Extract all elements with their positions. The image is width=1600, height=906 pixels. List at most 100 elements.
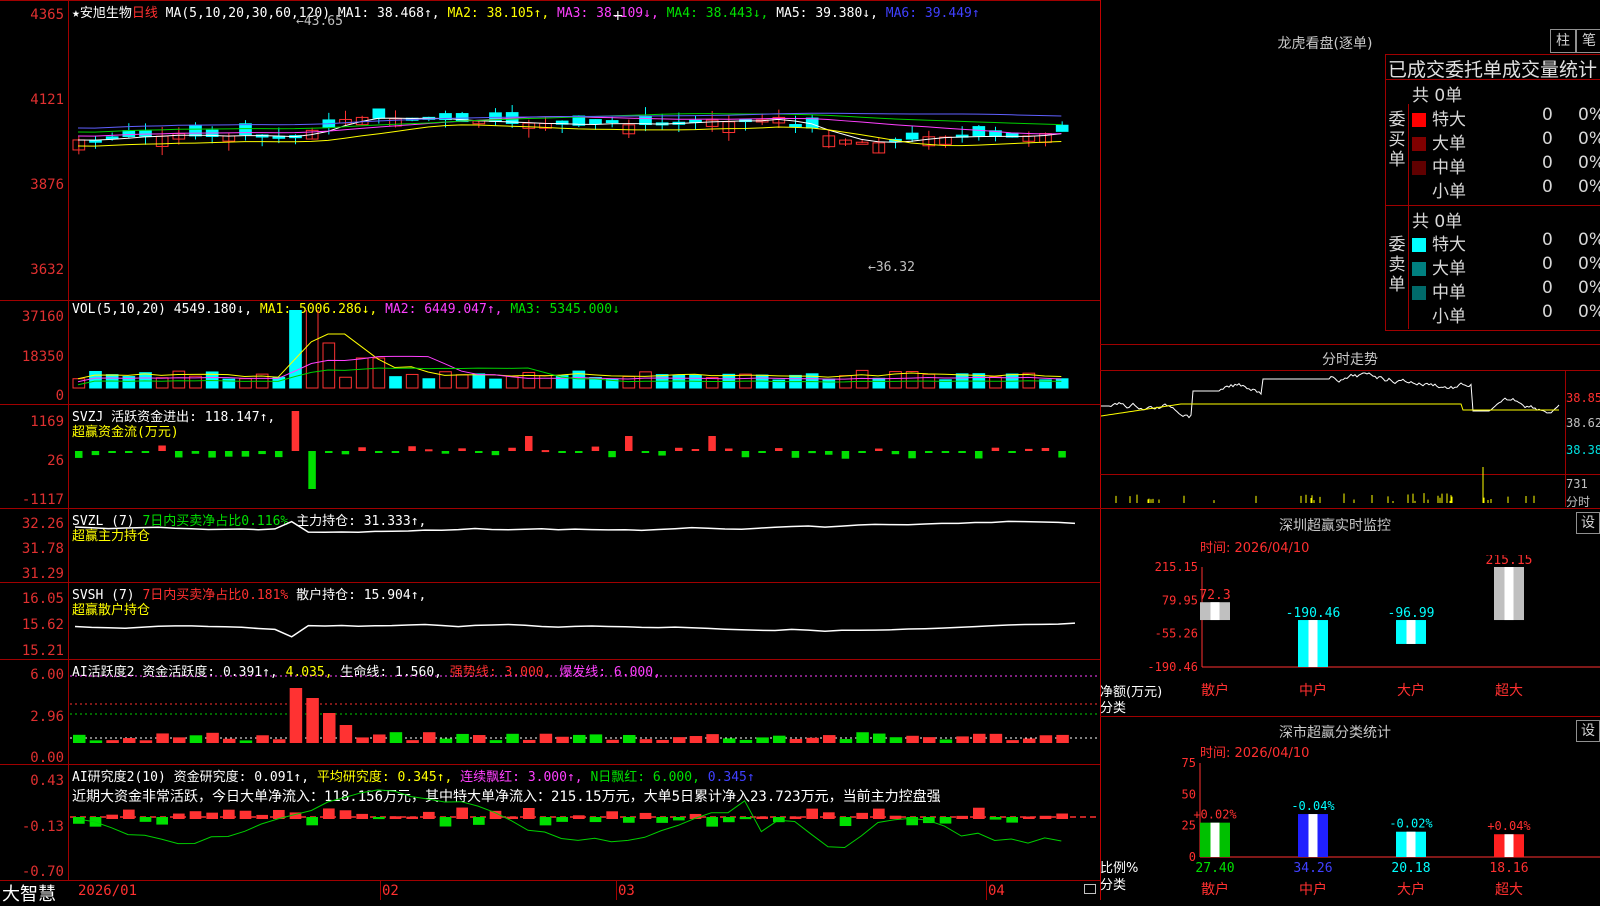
flow-bar (208, 451, 216, 458)
research-bar (573, 815, 585, 819)
volume-bar (905, 371, 919, 389)
activity-bar (673, 737, 686, 743)
flow-bar (475, 451, 483, 453)
activity-bar (139, 740, 153, 743)
row-swatch (1412, 113, 1426, 127)
activity-bar (589, 734, 603, 743)
row-swatch (1412, 238, 1426, 252)
flow-bar (708, 436, 716, 451)
fenshi-chart[interactable] (1101, 371, 1565, 507)
monitor-chart[interactable]: 215.1579.95-55.26-190.4672.3散户-190.46中户-… (1100, 555, 1600, 710)
classify-tick: 50 (1182, 787, 1196, 801)
monitor-settings-button[interactable]: 设 (1576, 512, 1600, 534)
svzj-chart[interactable] (70, 404, 1100, 508)
ai1-chart[interactable] (70, 659, 1100, 764)
price-tick: 3632 (30, 262, 64, 278)
research-bar (73, 817, 85, 824)
period-label[interactable]: 日线 (132, 6, 158, 21)
activity-bar (773, 735, 786, 743)
research-bar (656, 817, 668, 823)
lhb-header: 已成交委托单成交量统计 (1388, 59, 1598, 81)
ai2-chart[interactable] (70, 764, 1100, 880)
ma3-value: MA3: 38.109↓, (557, 6, 659, 21)
flow-bar (608, 451, 616, 458)
activity-bar (573, 734, 586, 743)
sep-fenshi (1100, 344, 1600, 345)
date-label: 03 (618, 883, 635, 899)
sep-classify (1100, 716, 1600, 717)
row-count: 0 (1542, 254, 1553, 274)
svsh-chart[interactable] (70, 582, 1100, 659)
research-bar (539, 817, 552, 826)
classify-delta: +0.04% (1487, 819, 1531, 833)
flow-bar (641, 451, 650, 453)
row-pct: 0% (1578, 302, 1600, 322)
volume-bars (72, 310, 1069, 389)
activity-bar (839, 739, 853, 743)
research-bar (339, 810, 352, 819)
svsh-tick: 15.62 (21, 617, 64, 633)
lhb-title: 龙虎看盘(逐单) (1277, 36, 1373, 52)
monitor-bar-highlight (1210, 602, 1220, 621)
flow-bar (1041, 447, 1050, 451)
research-bar (839, 817, 852, 827)
activity-bar (306, 698, 319, 743)
volume-bar (989, 376, 1002, 389)
tick-mode-button[interactable]: 笔 (1576, 29, 1600, 53)
vol-tick: 0 (55, 388, 64, 404)
classify-value: 34.26 (1293, 861, 1332, 876)
ai2-tick: -0.70 (21, 864, 64, 880)
flow-bar (791, 451, 800, 458)
research-bar (639, 812, 652, 819)
bar-mode-button[interactable]: 柱 (1550, 29, 1576, 53)
flow-bar (725, 448, 733, 451)
flow-bar (1058, 451, 1066, 458)
research-bar (623, 817, 635, 823)
ma5-value: MA5: 39.380↓, (776, 6, 878, 21)
activity-bar (1056, 734, 1069, 743)
classify-chart[interactable]: 7550250+0.02%27.40散户-0.04%34.26中户-0.02%2… (1100, 758, 1600, 900)
activity-bar (1006, 740, 1019, 743)
row-name: 小单 (1432, 307, 1466, 327)
classify-tick: 75 (1182, 758, 1196, 770)
research-bar (139, 817, 152, 822)
lock-icon[interactable] (1084, 884, 1096, 894)
flow-bar (308, 451, 316, 489)
volume-bar (422, 378, 436, 389)
classify-title: 深市超赢分类统计 (1279, 725, 1391, 741)
ai1-tick: 0.00 (30, 750, 64, 766)
volume-chart[interactable] (70, 310, 1100, 404)
classify-delta: -0.02% (1389, 817, 1433, 831)
research-bar (1023, 816, 1035, 819)
candle-body (605, 120, 619, 124)
research-bar (989, 817, 1002, 820)
research-bar (306, 817, 318, 826)
svzl-chart[interactable] (70, 508, 1100, 582)
activity-bar (939, 739, 953, 743)
flow-bar (125, 451, 133, 453)
classify-settings-button[interactable]: 设 (1576, 720, 1600, 742)
activity-bar (189, 735, 203, 743)
order-row: 大单 (1412, 129, 1466, 154)
price-chart[interactable] (70, 20, 1100, 300)
stock-name[interactable]: ★安旭生物 (72, 6, 132, 21)
volume-bar (472, 373, 486, 389)
monitor-category: 超大 (1495, 683, 1523, 699)
volume-bar (155, 377, 169, 389)
price-tick: 4365 (30, 7, 64, 23)
monitor-bar-highlight (1308, 620, 1318, 667)
flow-bar (458, 448, 466, 451)
research-bar (389, 816, 402, 819)
row-pct: 0% (1578, 129, 1600, 149)
row-swatch (1412, 286, 1426, 300)
research-bar (673, 817, 685, 821)
activity-bar (473, 735, 486, 743)
activity-bar (323, 713, 336, 743)
research-bar (356, 813, 368, 819)
row-pct: 0% (1578, 177, 1600, 197)
research-bar (856, 812, 868, 819)
research-bar (1056, 813, 1068, 819)
row-count: 0 (1542, 153, 1553, 173)
date-label: 02 (382, 883, 399, 899)
flow-bar (391, 451, 400, 453)
